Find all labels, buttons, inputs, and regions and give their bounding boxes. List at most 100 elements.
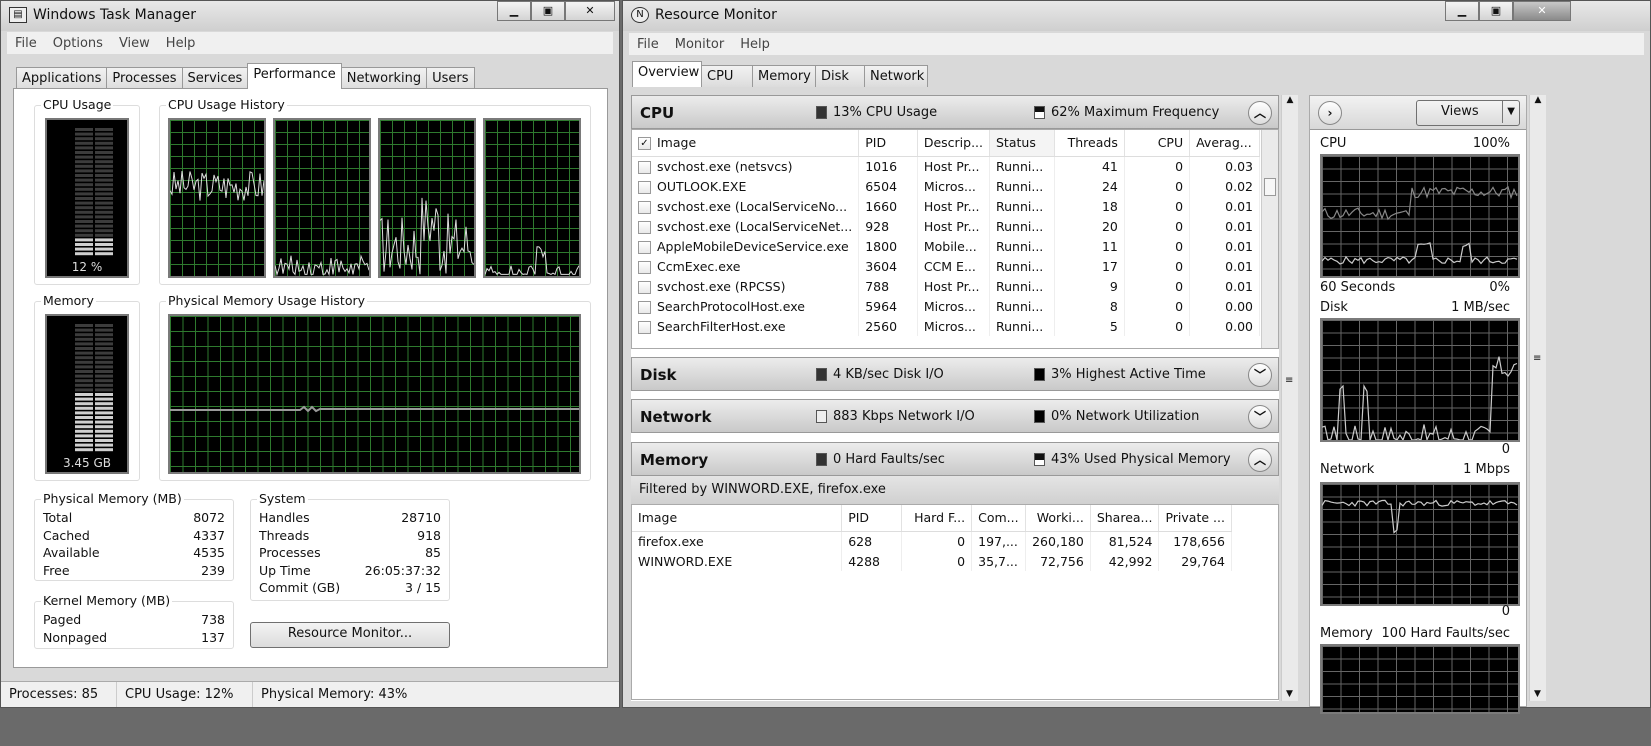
tab-applications[interactable]: Applications [16,67,108,89]
cpu-section-header[interactable]: CPU 13% CPU Usage 62% Maximum Frequency … [631,95,1279,129]
select-all-checkbox[interactable]: ✓ [638,137,651,151]
col-private[interactable]: Private ... [1158,505,1232,532]
tab-services[interactable]: Services [181,67,249,89]
scroll-grip-icon[interactable]: ≡ [1285,375,1293,386]
col-shareable[interactable]: Sharea... [1090,505,1160,532]
cell-text: 0 [1175,218,1184,234]
expand-chevron-down-icon[interactable]: ﹀ [1248,363,1272,387]
views-dropdown[interactable]: Views ▼ [1416,100,1520,126]
process-checkbox[interactable] [638,200,651,214]
process-row[interactable]: svchost.exe (LocalServiceNo... 1660 Host P… [632,196,1260,216]
scroll-grip-icon[interactable]: ≡ [1533,353,1541,364]
collapse-chevron-up-icon[interactable]: ︿ [1248,448,1272,472]
cell-text: 0 [1175,198,1184,214]
close-button[interactable]: ✕ [1513,1,1571,21]
menu-help[interactable]: Help [158,36,204,51]
maximize-button[interactable]: ▣ [531,1,565,21]
disk-active-text: 3% Highest Active Time [1051,367,1206,382]
resource-monitor-button[interactable]: Resource Monitor... [250,622,450,648]
process-checkbox[interactable] [638,160,651,174]
tab-processes[interactable]: Processes [106,67,183,89]
collapse-chevron-up-icon[interactable]: ︿ [1248,101,1272,125]
used-memory-stat: 43% Used Physical Memory [1034,452,1231,467]
col-image[interactable]: ✓ Image [632,130,860,157]
minimize-button[interactable]: ▁ [1445,1,1479,21]
expand-chevron-down-icon[interactable]: ﹀ [1248,405,1272,429]
status-cpu-usage: CPU Usage: 12% [117,682,253,707]
process-row[interactable]: AppleMobileDeviceService.exe 1800 Mobile..… [632,236,1260,256]
menu-view[interactable]: View [111,36,158,51]
meter-segment [95,328,113,332]
left-pane-scrollbar[interactable]: ▲ ≡ ▼ [1281,95,1298,701]
memory-process-row[interactable]: firefox.exe 628 0 197,... 260,180 81,524 178,6… [632,531,1232,551]
cell-text: CcmExec.exe [657,258,741,274]
disk-section-header[interactable]: Disk 4 KB/sec Disk I/O 3% Highest Active… [631,357,1279,391]
tab-networking[interactable]: Networking [340,67,428,89]
meter-segment [75,160,93,164]
physical-memory-label: Physical Memory (MB) [41,491,184,506]
menu-options[interactable]: Options [45,36,111,51]
scroll-down-icon[interactable]: ▼ [1534,689,1541,699]
process-row[interactable]: SearchProtocolHost.exe 5964 Micros... Runni… [632,296,1260,316]
process-row[interactable]: svchost.exe (RPCSS) 788 Host Pr... Runni...… [632,276,1260,296]
minimize-button[interactable]: ▁ [497,1,531,21]
process-row[interactable]: SearchFilterHost.exe 2560 Micros... Runni..… [632,316,1260,336]
cell-avg: 0.01 [1189,196,1260,216]
tab-disk[interactable]: Disk [815,65,865,87]
col-description[interactable]: Descrip... [917,130,991,157]
cell-image: SearchProtocolHost.exe [632,296,860,316]
maximize-button[interactable]: ▣ [1479,1,1513,21]
col-image[interactable]: Image [632,505,843,532]
sys-value: 3 / 15 [404,580,441,595]
cell-threads: 24 [1054,176,1125,196]
process-checkbox[interactable] [638,180,651,194]
menu-monitor[interactable]: Monitor [667,37,732,52]
col-average[interactable]: Averag... [1189,130,1260,157]
memory-section-header[interactable]: Memory 0 Hard Faults/sec 43% Used Physic… [631,442,1279,476]
memory-group: Memory 3.45 GB [34,293,140,481]
close-button[interactable]: ✕ [565,1,615,21]
process-checkbox[interactable] [638,280,651,294]
col-pid[interactable]: PID [841,505,903,532]
scroll-thumb[interactable] [1264,178,1276,196]
network-section-header[interactable]: Network 883 Kbps Network I/O 0% Network … [631,399,1279,433]
memory-process-row[interactable]: WINWORD.EXE 4288 0 35,7... 72,756 42,992 29,76… [632,551,1232,571]
sys-processes-row: Processes 85 [259,545,441,563]
col-hard-faults[interactable]: Hard F... [901,505,973,532]
process-checkbox[interactable] [638,220,651,234]
process-checkbox[interactable] [638,320,651,334]
menu-file[interactable]: File [7,36,45,51]
tab-performance[interactable]: Performance [247,63,342,89]
scroll-up-icon[interactable]: ▲ [1282,95,1298,105]
col-working-set[interactable]: Worki... [1025,505,1091,532]
tab-overview[interactable]: Overview [632,61,702,87]
col-status[interactable]: Status [989,130,1056,157]
process-row[interactable]: OUTLOOK.EXE 6504 Micros... Runni... 24 0 0.02 [632,176,1260,196]
scroll-down-icon[interactable]: ▼ [1286,689,1293,699]
process-checkbox[interactable] [638,260,651,274]
menu-file[interactable]: File [629,37,667,52]
tab-users[interactable]: Users [426,67,475,89]
cell-pid: 6504 [858,176,918,196]
col-commit[interactable]: Com... [971,505,1027,532]
side-panel-scrollbar[interactable]: ▲ ≡ ▼ [1529,95,1546,701]
cell-pid: 3604 [858,256,918,276]
col-threads[interactable]: Threads [1054,130,1125,157]
col-pid[interactable]: PID [858,130,918,157]
tab-network[interactable]: Network [864,65,928,87]
process-row[interactable]: CcmExec.exe 3604 CCM E... Runni... 17 0 0.01 [632,256,1260,276]
meter-segment [95,411,113,415]
process-row[interactable]: svchost.exe (netsvcs) 1016 Host Pr... Runni… [632,156,1260,176]
process-checkbox[interactable] [638,240,651,254]
meter-segment [75,252,93,256]
process-row[interactable]: svchost.exe (LocalServiceNet... 928 Host P… [632,216,1260,236]
tab-cpu[interactable]: CPU [701,65,753,87]
resource-monitor-icon: N [631,7,649,23]
col-cpu[interactable]: CPU [1124,130,1191,157]
cpu-table-scrollbar[interactable] [1261,130,1278,348]
menu-help[interactable]: Help [732,37,778,52]
process-checkbox[interactable] [638,300,651,314]
collapse-panel-chevron-right-icon[interactable]: › [1318,101,1342,125]
scroll-up-icon[interactable]: ▲ [1530,95,1546,105]
tab-memory[interactable]: Memory [752,65,816,87]
